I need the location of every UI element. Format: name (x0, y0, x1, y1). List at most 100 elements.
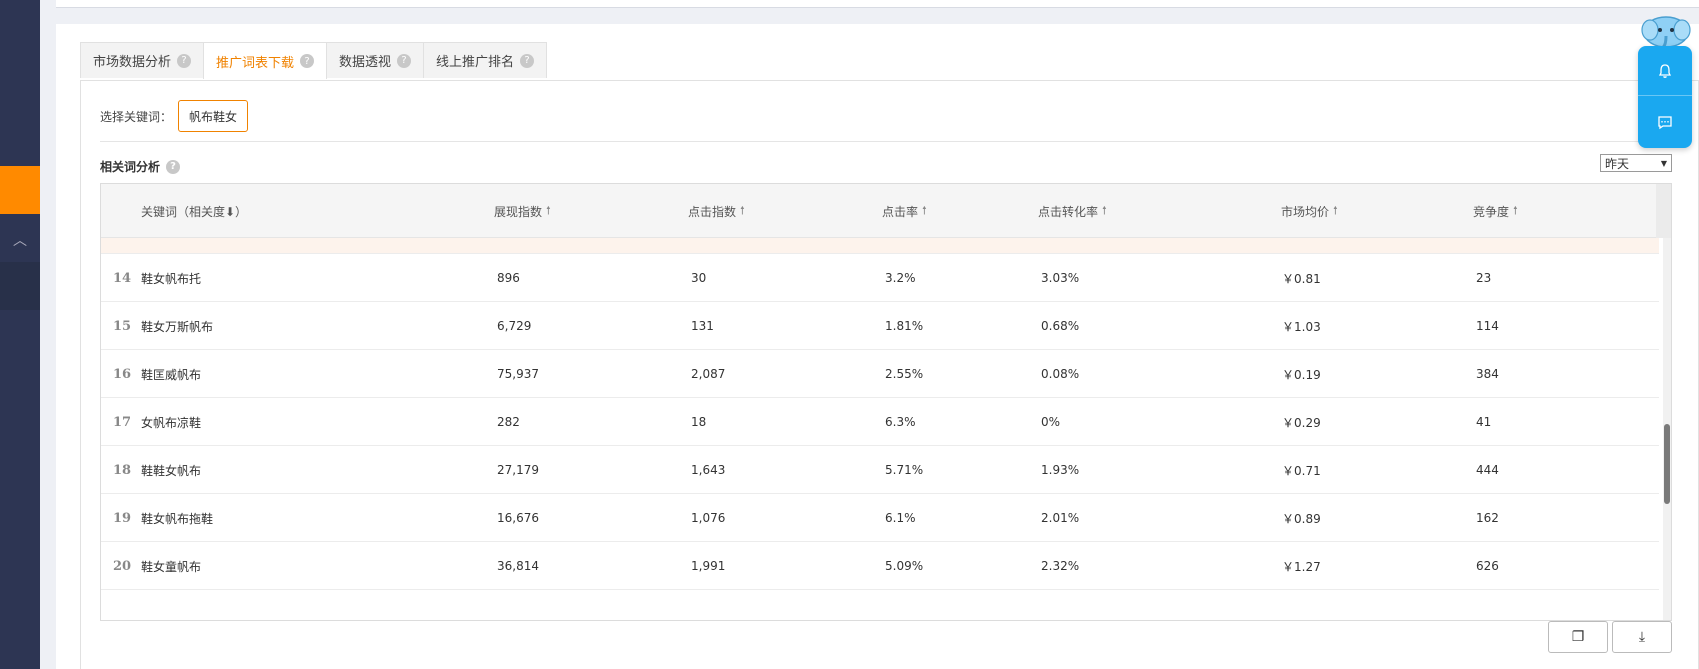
date-select[interactable]: 昨天 ▼ (1600, 154, 1672, 172)
th-keyword[interactable]: 关键词（相关度⬇） (141, 184, 247, 238)
cell-index: 18 (113, 462, 132, 478)
cell-keyword: 女帆布 (141, 238, 177, 254)
bell-icon (1658, 63, 1672, 78)
cell-keyword: 鞋女帆布拖鞋 (141, 511, 214, 526)
tab-bar: 市场数据分析 ? 推广词表下载 ? 数据透视 ? 线上推广排名 ? (80, 42, 548, 79)
nav-item[interactable] (0, 262, 40, 310)
cell-cvr: 2.01% (1041, 511, 1080, 525)
table-row[interactable]: 19 鞋女帆布拖鞋 16,676 1,076 6.1% 2.01% ￥0.89 162 (101, 494, 1659, 542)
cell-price: ￥1.27 (1282, 559, 1321, 574)
cell-clicks: 1,076 (691, 511, 726, 525)
cell-index: 16 (113, 366, 132, 382)
tab-data-pivot[interactable]: 数据透视 ? (326, 42, 425, 78)
th-cvr[interactable]: 点击转化率 🠕 (1038, 184, 1107, 238)
cell-ctr: 2.55% (885, 367, 924, 381)
copy-button[interactable]: ❐ (1548, 621, 1608, 653)
cell-impressions: 4,916 (497, 238, 531, 254)
table-row[interactable]: 20 鞋女童帆布 36,814 1,991 5.09% 2.32% ￥1.27 626 (101, 542, 1659, 590)
table-scrollbar[interactable] (1663, 238, 1671, 620)
cell-ctr: 5.09% (885, 559, 924, 573)
chat-icon (1658, 116, 1672, 130)
cell-index: 20 (113, 558, 132, 574)
cell-price: ￥0.81 (1282, 271, 1321, 286)
cell-competition: 23 (1476, 271, 1492, 285)
cell-impressions: 36,814 (497, 559, 539, 573)
cell-clicks: 30 (691, 271, 707, 285)
table-row[interactable]: 17 女帆布凉鞋 282 18 6.3% 0% ￥0.29 41 (101, 398, 1659, 446)
cell-index: 15 (113, 318, 132, 334)
th-label: 竞争度 (1473, 204, 1510, 219)
tab-online-ranking[interactable]: 线上推广排名 ? (423, 42, 548, 78)
cell-clicks: 2,087 (691, 367, 726, 381)
cell-competition: 626 (1476, 559, 1499, 573)
cell-competition: 444 (1476, 463, 1499, 477)
date-select-value: 昨天 (1605, 156, 1630, 171)
scroll-corner (1656, 184, 1671, 238)
table-row[interactable]: 14 鞋女帆布托 896 30 3.2% 3.03% ￥0.81 23 (101, 254, 1659, 302)
cell-ctr: 3.2% (885, 271, 916, 285)
cell-cvr: 2.22% (1041, 238, 1079, 254)
cell-ctr: 6.3% (885, 415, 916, 429)
arrow-up-icon: 🠕 (546, 203, 551, 217)
cell-impressions: 75,937 (497, 367, 539, 381)
cell-competition: 41 (1476, 415, 1492, 429)
th-impressions[interactable]: 展现指数 🠕 (494, 184, 551, 238)
cell-price: ￥1.03 (1282, 319, 1321, 334)
section-title-text: 相关词分析 (100, 160, 161, 174)
table-row[interactable]: 13 女帆布 4,916 82 1.94% 2.22% ￥0.65 324 (101, 238, 1659, 254)
keyword-select-row: 选择关键词： 帆布鞋女 (100, 100, 249, 132)
chevron-up-icon[interactable]: ︿ (0, 218, 40, 262)
cell-index: 19 (113, 510, 132, 526)
th-competition[interactable]: 竞争度 🠕 (1473, 184, 1518, 238)
question-icon[interactable]: ? (520, 53, 535, 68)
question-icon[interactable]: ? (177, 53, 192, 68)
cell-ctr: 1.94% (885, 238, 923, 254)
scrollbar-thumb[interactable] (1664, 424, 1670, 504)
cell-cvr: 1.93% (1041, 463, 1080, 477)
table-header: 关键词（相关度⬇） 展现指数 🠕 点击指数 🠕 点击率 🠕 点击转化率 🠕 市场均价 🠕 … (101, 184, 1671, 238)
cell-competition: 162 (1476, 511, 1499, 525)
cell-keyword: 鞋女童帆布 (141, 559, 202, 574)
floating-action-panel (1638, 46, 1692, 148)
keyword-chip[interactable]: 帆布鞋女 (178, 100, 249, 132)
th-ctr[interactable]: 点击率 🠕 (882, 184, 927, 238)
cell-cvr: 3.03% (1041, 271, 1080, 285)
related-words-table: 关键词（相关度⬇） 展现指数 🠕 点击指数 🠕 点击率 🠕 点击转化率 🠕 市场均价 🠕 … (100, 183, 1672, 621)
th-label: 点击指数 (688, 204, 737, 219)
table-row[interactable]: 15 鞋女万斯帆布 6,729 131 1.81% 0.68% ￥1.03 114 (101, 302, 1659, 350)
keyword-select-label: 选择关键词： (100, 109, 173, 124)
question-icon[interactable]: ? (166, 159, 181, 174)
question-icon[interactable]: ? (397, 53, 412, 68)
cell-impressions: 16,676 (497, 511, 539, 525)
th-label: 点击转化率 (1038, 204, 1099, 219)
notification-button[interactable] (1638, 46, 1692, 96)
cell-price: ￥0.89 (1282, 511, 1321, 526)
cell-index: 14 (113, 270, 132, 286)
chevron-down-icon: ▼ (1660, 158, 1667, 168)
table-row[interactable]: 16 鞋匡威帆布 75,937 2,087 2.55% 0.08% ￥0.19 384 (101, 350, 1659, 398)
cell-clicks: 18 (691, 415, 707, 429)
cell-ctr: 1.81% (885, 319, 924, 333)
chat-button[interactable] (1638, 97, 1692, 147)
cell-cvr: 0% (1041, 415, 1061, 429)
question-icon[interactable]: ? (300, 54, 315, 68)
tab-label: 数据透视 (339, 55, 392, 70)
download-button[interactable]: ⤓ (1612, 621, 1672, 653)
tab-market-analysis[interactable]: 市场数据分析 ? (80, 42, 205, 78)
cell-clicks: 1,991 (691, 559, 726, 573)
cell-clicks: 1,643 (691, 463, 726, 477)
th-clicks[interactable]: 点击指数 🠕 (688, 184, 745, 238)
top-strip (56, 0, 1699, 8)
cell-keyword: 鞋女万斯帆布 (141, 319, 214, 334)
tab-keyword-download[interactable]: 推广词表下载 ? (203, 42, 328, 79)
cell-cvr: 2.32% (1041, 559, 1080, 573)
table-row[interactable]: 18 鞋鞋女帆布 27,179 1,643 5.71% 1.93% ￥0.71 444 (101, 446, 1659, 494)
arrow-up-icon: 🠕 (922, 203, 927, 217)
cell-index: 17 (113, 414, 132, 430)
cell-price: ￥0.65 (1282, 238, 1321, 254)
cell-impressions: 896 (497, 271, 520, 285)
cell-keyword: 女帆布凉鞋 (141, 415, 202, 430)
cell-clicks: 131 (691, 319, 714, 333)
nav-active-item[interactable] (0, 166, 40, 214)
th-price[interactable]: 市场均价 🠕 (1281, 184, 1338, 238)
